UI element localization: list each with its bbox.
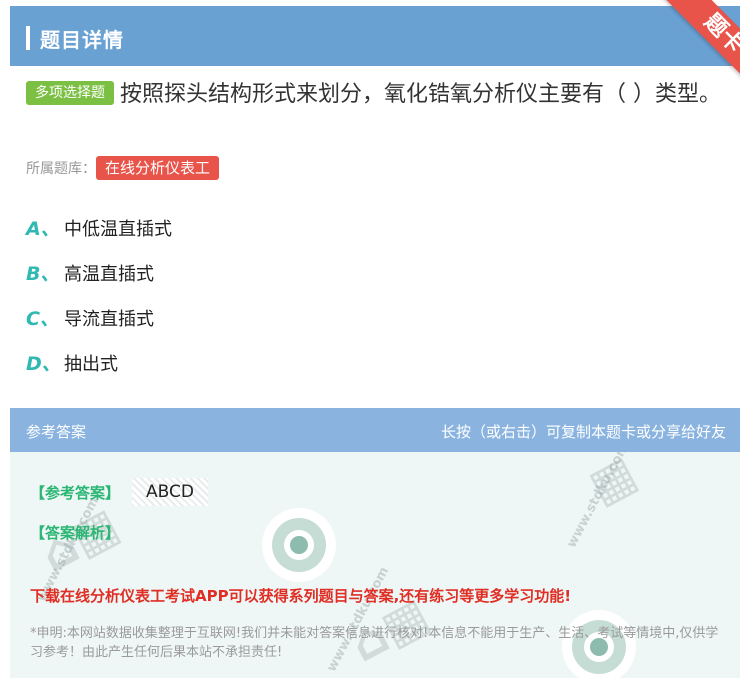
option-letter: C、 [26, 308, 59, 330]
bank-label: 所属题库： [26, 161, 96, 177]
bank-tag[interactable]: 在线分析仪表工 [96, 156, 220, 180]
page-title: 题目详情 [40, 28, 124, 52]
ribbon-corner: 题卡 [640, 0, 740, 88]
option-text: 抽出式 [64, 354, 118, 375]
option-text: 中低温直插式 [64, 219, 172, 240]
option-text: 导流直插式 [64, 309, 154, 330]
ribbon-label: 题卡 [658, 0, 740, 88]
option-text: 高温直插式 [64, 264, 154, 285]
answer-body: ⌂▦ ⌂▦ ▦ www.stdku.com www.stdku.com www.… [10, 452, 740, 678]
option-b[interactable]: B、 高温直插式 [26, 259, 154, 286]
header-accent-bar [26, 26, 30, 50]
question-type-tag: 多项选择题 [26, 81, 114, 105]
share-hint: 长按（或右击）可复制本题卡或分享给好友 [440, 423, 726, 441]
answer-value: ABCD [132, 478, 208, 506]
question-text: 按照探头结构形式来划分，氧化锆氧分析仪主要有（ ）类型。 [120, 82, 721, 107]
answer-label: 【参考答案】 [30, 484, 121, 502]
question: 多项选择题 按照探头结构形式来划分，氧化锆氧分析仪主要有（ ）类型。 [26, 76, 726, 114]
question-bank: 所属题库： 在线分析仪表工 [26, 156, 220, 180]
option-letter: B、 [26, 263, 60, 285]
option-a[interactable]: A、 中低温直插式 [26, 214, 172, 241]
analysis-label: 【答案解析】 [30, 524, 121, 542]
option-d[interactable]: D、 抽出式 [26, 349, 118, 376]
option-c[interactable]: C、 导流直插式 [26, 304, 154, 331]
card-header: 题目详情 [10, 6, 740, 66]
answer-header: 参考答案 长按（或右击）可复制本题卡或分享给好友 [10, 408, 740, 452]
question-card: 题目详情 多项选择题 按照探头结构形式来划分，氧化锆氧分析仪主要有（ ）类型。 所… [10, 0, 740, 678]
disclaimer: *申明:本网站数据收集整理于互联网!我们并未能对答案信息进行核对!本信息不能用于… [30, 626, 719, 660]
download-promo-link[interactable]: 下载在线分析仪表工考试APP可以获得系列题目与答案,还有练习等更多学习功能! [30, 585, 571, 606]
watermark-logo-icon [262, 508, 336, 582]
option-letter: A、 [26, 218, 60, 240]
option-letter: D、 [26, 353, 61, 375]
answer-section-title: 参考答案 [26, 423, 87, 441]
